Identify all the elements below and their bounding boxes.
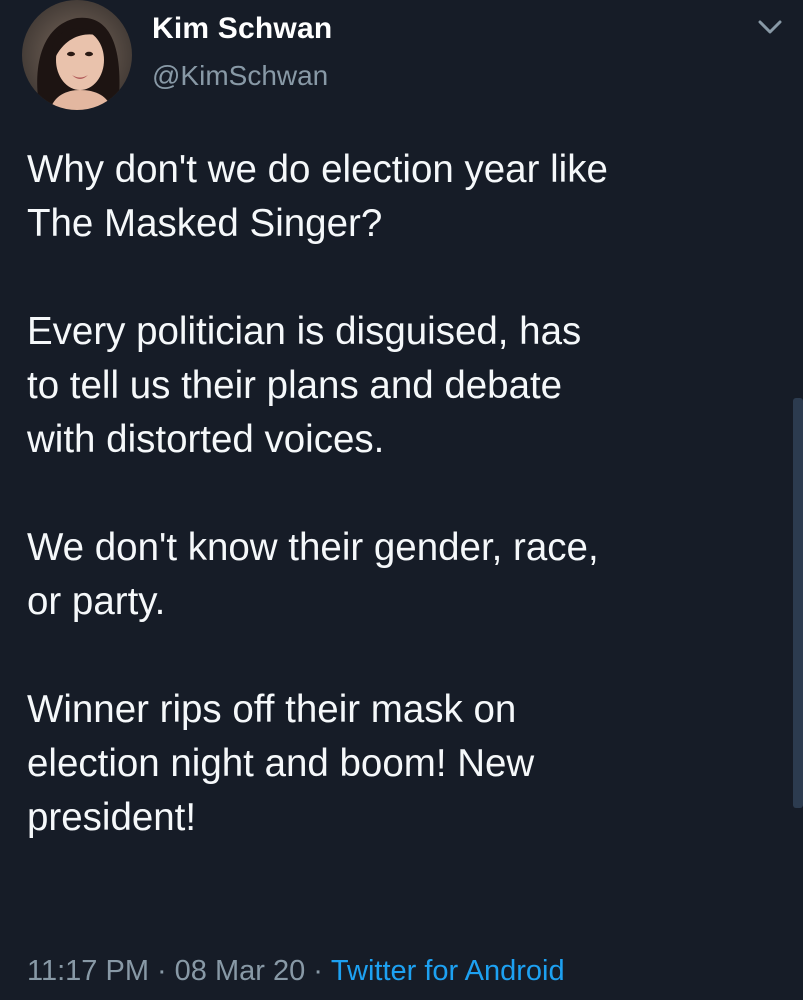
- tweet-paragraph: Every politician is disguised, has to te…: [27, 305, 787, 467]
- tweet-line: Why don't we do election year like: [27, 148, 608, 191]
- tweet-source-link[interactable]: Twitter for Android: [331, 955, 565, 987]
- tweet-paragraph: Winner rips off their mask on election n…: [27, 683, 787, 845]
- tweet-time[interactable]: 11:17 PM: [27, 955, 149, 987]
- meta-separator: ·: [156, 955, 167, 987]
- tweet-paragraph: Why don't we do election year like The M…: [27, 143, 787, 251]
- tweet-line: Every politician is disguised, has: [27, 310, 582, 353]
- tweet-line: election night and boom! New: [27, 742, 535, 785]
- chevron-down-icon[interactable]: [756, 16, 784, 38]
- tweet-date[interactable]: 08 Mar 20: [175, 955, 306, 987]
- tweet-line: Winner rips off their mask on: [27, 688, 517, 731]
- tweet-text: Why don't we do election year like The M…: [27, 143, 787, 845]
- author-display-name[interactable]: Kim Schwan: [152, 12, 332, 46]
- tweet-line: president!: [27, 796, 197, 839]
- avatar[interactable]: [22, 0, 132, 110]
- tweet-line: with distorted voices.: [27, 418, 385, 461]
- tweet-paragraph: We don't know their gender, race, or par…: [27, 521, 787, 629]
- avatar-photo: [22, 0, 132, 110]
- tweet-card: Kim Schwan @KimSchwan Why don't we do el…: [0, 0, 803, 1000]
- tweet-meta: 11:17 PM · 08 Mar 20 · Twitter for Android: [27, 955, 565, 988]
- meta-separator: ·: [313, 955, 323, 987]
- tweet-line: The Masked Singer?: [27, 202, 383, 245]
- scrollbar[interactable]: [793, 398, 803, 808]
- author-handle[interactable]: @KimSchwan: [152, 60, 328, 92]
- tweet-line: We don't know their gender, race,: [27, 526, 599, 569]
- tweet-line: or party.: [27, 580, 166, 623]
- tweet-line: to tell us their plans and debate: [27, 364, 563, 407]
